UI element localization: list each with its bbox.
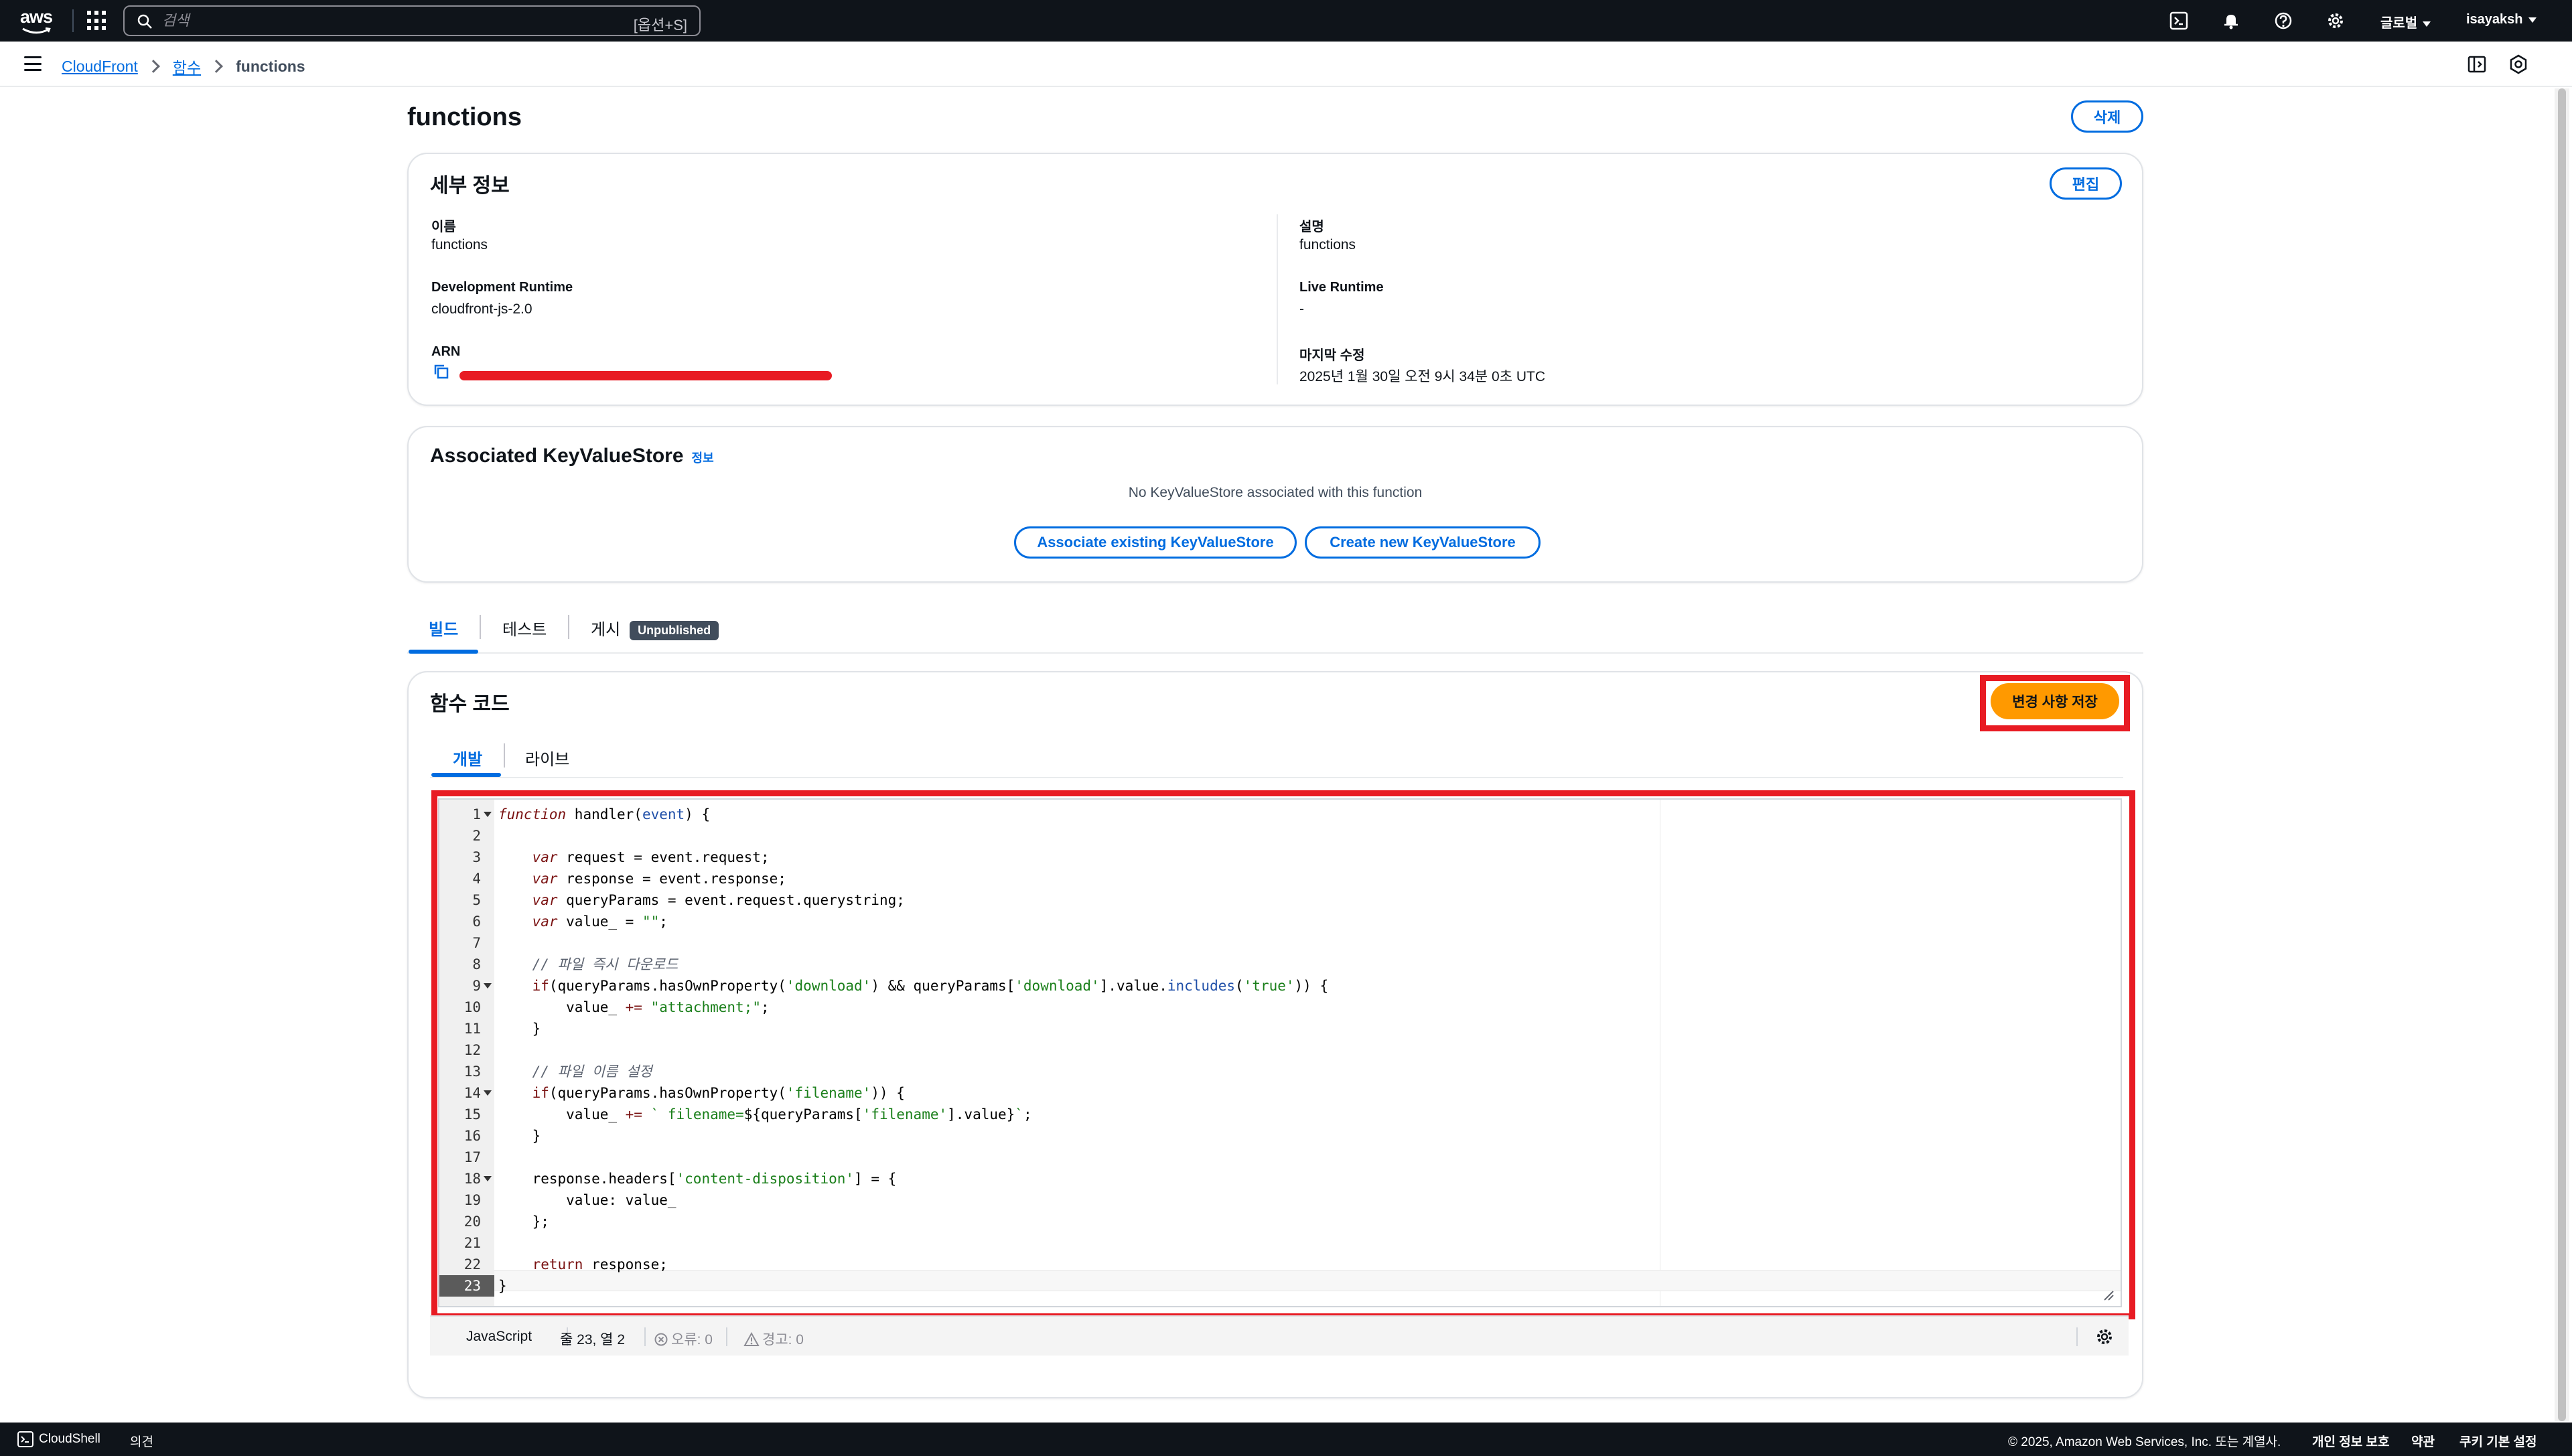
settings-gear-icon[interactable] [2324, 9, 2347, 32]
redacted-arn-value [459, 371, 832, 380]
tab-publish-label: 게시 [591, 621, 621, 639]
dev-runtime-label: Development Runtime [431, 280, 573, 295]
subtab-divider [430, 777, 2123, 778]
live-runtime-value: - [1299, 301, 1304, 317]
services-grid-icon[interactable] [87, 11, 107, 31]
top-navigation: aws [옵션+S] 글로벌 isayaksh [0, 0, 2572, 42]
side-panel-icon[interactable] [2466, 54, 2488, 75]
menu-hamburger-icon[interactable] [24, 56, 42, 71]
breadcrumb: CloudFront 함수 functions [62, 55, 305, 78]
editor-statusbar: JavaScript 줄 23, 열 2 오류: 0 경고: 0 [430, 1315, 2129, 1356]
tab-separator [504, 743, 505, 768]
warnings-count: 경고: 0 [762, 1332, 804, 1348]
info-link[interactable]: 정보 [692, 451, 714, 465]
footer: CloudShell 의견 © 2025, Amazon Web Service… [0, 1423, 2572, 1456]
warnings-indicator[interactable]: 경고: 0 [743, 1329, 804, 1349]
footer-feedback[interactable]: 의견 [130, 1432, 153, 1450]
breadcrumb-cloudfront[interactable]: CloudFront [62, 58, 138, 76]
live-runtime-label: Live Runtime [1299, 280, 1384, 295]
last-modified-label: 마지막 수정 [1299, 348, 1365, 363]
keyvaluestore-title-text: Associated KeyValueStore [430, 445, 684, 467]
tab-build[interactable]: 빌드 [429, 616, 458, 640]
footer-copyright: © 2025, Amazon Web Services, Inc. 또는 계열사… [2008, 1435, 2281, 1449]
nav-divider [72, 9, 74, 32]
warning-triangle-icon [743, 1331, 760, 1346]
edit-button[interactable]: 편집 [2050, 167, 2122, 200]
function-tabs: 빌드 테스트 게시 Unpublished [407, 603, 2143, 654]
details-title: 세부 정보 [430, 175, 510, 197]
cloudshell-footer-icon [17, 1431, 33, 1447]
save-button-highlight [1980, 675, 2130, 731]
page-scrollbar[interactable] [2555, 88, 2569, 1421]
footer-privacy[interactable]: 개인 정보 보호 [2312, 1432, 2389, 1450]
empty-kvs-message: No KeyValueStore associated with this fu… [1128, 485, 1423, 500]
footer-terms[interactable]: 약관 [2411, 1432, 2435, 1450]
scrollbar-thumb[interactable] [2558, 88, 2566, 1421]
delete-button[interactable]: 삭제 [2071, 100, 2143, 133]
tab-separator [568, 615, 569, 639]
last-modified-value: 2025년 1월 30일 오전 9시 34분 0초 UTC [1299, 369, 1546, 384]
breadcrumb-current: functions [236, 57, 305, 75]
global-search[interactable]: [옵션+S] [123, 5, 701, 36]
status-separator [726, 1327, 727, 1346]
associate-existing-kvs-button[interactable]: Associate existing KeyValueStore [1014, 526, 1297, 559]
subtab-live[interactable]: 라이브 [525, 746, 569, 770]
tab-build-underline [409, 650, 478, 654]
tab-test[interactable]: 테스트 [502, 616, 547, 640]
settings-hex-icon[interactable] [2508, 54, 2529, 75]
cloudshell-icon[interactable] [2167, 9, 2190, 32]
caret-down-icon [2423, 21, 2431, 27]
footer-cloudshell[interactable]: CloudShell [39, 1432, 100, 1447]
language-indicator[interactable]: JavaScript [466, 1329, 532, 1345]
status-separator [2076, 1327, 2078, 1346]
name-label: 이름 [431, 220, 456, 234]
search-icon [137, 14, 152, 29]
function-code-title: 함수 코드 [430, 693, 510, 715]
name-value: functions [431, 237, 488, 252]
arn-label: ARN [431, 344, 461, 359]
account-menu[interactable]: isayaksh [2466, 12, 2537, 27]
errors-indicator[interactable]: 오류: 0 [654, 1329, 713, 1349]
notifications-bell-icon[interactable] [2220, 9, 2242, 32]
keyvaluestore-title: Associated KeyValueStore 정보 [430, 445, 714, 467]
editor-highlight [431, 790, 2135, 1319]
caret-down-icon [2528, 17, 2537, 23]
chevron-right-icon [146, 60, 160, 73]
aws-smile-icon [22, 27, 51, 34]
aws-logo[interactable]: aws [20, 7, 55, 35]
column-divider [1277, 214, 1278, 384]
breadcrumb-bar: CloudFront 함수 functions [0, 42, 2572, 87]
description-value: functions [1299, 237, 1356, 252]
subtab-development[interactable]: 개발 [453, 746, 482, 770]
region-label: 글로벌 [2380, 16, 2418, 31]
tab-separator [480, 615, 481, 639]
region-selector[interactable]: 글로벌 [2380, 12, 2431, 31]
aws-logo-text: aws [20, 7, 53, 27]
user-name: isayaksh [2466, 12, 2523, 27]
description-label: 설명 [1299, 220, 1324, 234]
copy-icon[interactable] [433, 363, 450, 380]
errors-count: 오류: 0 [671, 1332, 713, 1348]
breadcrumb-functions[interactable]: 함수 [173, 55, 201, 78]
help-icon[interactable] [2272, 9, 2295, 32]
unpublished-badge: Unpublished [630, 621, 719, 641]
error-circle-icon [654, 1333, 668, 1346]
chevron-right-icon [210, 60, 224, 73]
cursor-position[interactable]: 줄 23, 열 2 [560, 1329, 625, 1349]
footer-cookie-preferences[interactable]: 쿠키 기본 설정 [2459, 1432, 2537, 1450]
page-title: functions [407, 103, 522, 131]
editor-settings-gear-icon[interactable] [2095, 1327, 2114, 1346]
search-shortcut: [옵션+S] [633, 17, 687, 33]
tab-publish[interactable]: 게시 Unpublished [591, 616, 719, 641]
status-separator [644, 1327, 646, 1346]
dev-runtime-value: cloudfront-js-2.0 [431, 301, 532, 317]
keyvaluestore-container: Associated KeyValueStore 정보 No KeyValueSt… [407, 426, 2143, 583]
create-new-kvs-button[interactable]: Create new KeyValueStore [1305, 526, 1541, 559]
details-container: 세부 정보 편집 이름 functions Development Runtim… [407, 153, 2143, 406]
search-input[interactable] [162, 11, 564, 31]
